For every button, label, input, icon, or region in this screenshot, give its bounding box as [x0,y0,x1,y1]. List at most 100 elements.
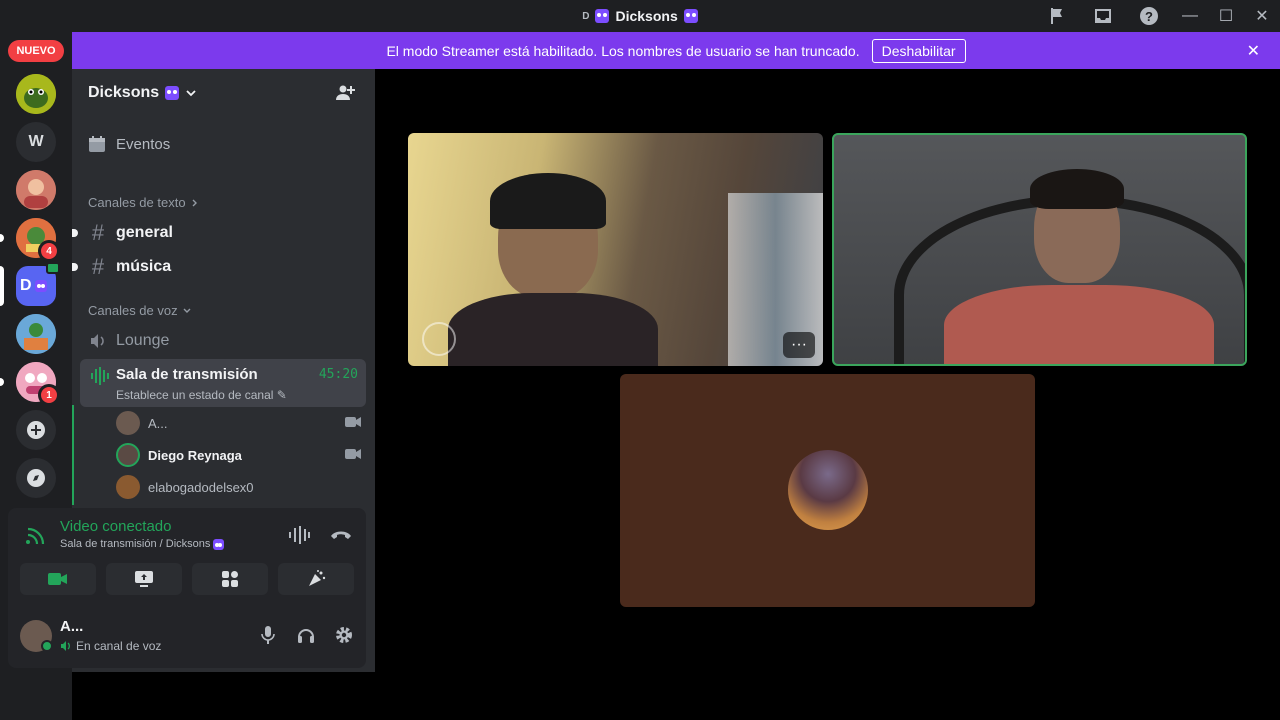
activities-icon [222,571,238,587]
events-label: Eventos [116,135,171,153]
chevron-down-icon [186,90,196,97]
speaker-icon [91,334,104,348]
username[interactable]: A... [60,618,83,635]
avatar [788,450,868,530]
disconnect-icon[interactable] [330,526,352,544]
avatar [422,322,456,356]
channel-general[interactable]: # general [72,217,367,249]
mention-badge: 1 [38,384,60,406]
camera-icon [345,417,361,427]
voice-connected-line [72,405,74,505]
unread-pill [0,378,4,386]
title-text: Dicksons [615,8,678,24]
server-icon[interactable] [16,74,56,114]
camera-icon [345,449,361,459]
avatar [116,443,140,467]
maximize-button[interactable]: ☐ [1208,0,1244,32]
events-item[interactable]: Eventos [88,135,170,153]
new-badge[interactable]: NUEVO [8,40,64,62]
server-icon[interactable]: W [16,122,56,162]
close-window-button[interactable]: ✕ [1244,0,1280,32]
participant-shirt [944,285,1214,364]
flag-icon[interactable] [1034,0,1080,32]
avatar [116,475,140,499]
chevron-down-icon [183,308,191,313]
server-icon[interactable] [16,170,56,210]
title-emoji-icon [683,9,698,23]
call-timer: 45:20 [318,367,358,382]
channel-musica[interactable]: # música [72,251,367,283]
eyes-icon [213,538,225,550]
voice-user[interactable]: elabogadodelsex0 [116,471,361,503]
noise-suppression-icon[interactable] [288,526,310,544]
voice-connection-panel: Video conectado Sala de transmisión / Di… [8,508,366,668]
unread-indicator [72,263,78,271]
soundboard-icon [309,570,326,586]
user-status: En canal de voz [60,639,161,653]
explore-icon[interactable] [16,458,56,498]
settings-gear-icon[interactable] [334,625,354,645]
category-voice-channels[interactable]: Canales de voz [88,303,192,318]
server-icon[interactable] [16,314,56,354]
participant-shirt [448,293,658,366]
server-icon[interactable]: 1 [16,362,60,406]
video-grid: ··· [375,69,1280,720]
voice-indicator-icon [46,262,60,274]
screen-share-icon [135,571,153,587]
server-icon-dicksons[interactable]: D [16,262,60,306]
avatar [116,411,140,435]
svg-text:?: ? [1145,9,1153,24]
unread-indicator [72,229,78,237]
help-icon[interactable]: ? [1126,0,1172,32]
microphone-icon[interactable] [258,625,278,645]
video-tile[interactable]: ··· [408,133,823,366]
title-bar: D Dicksons ? — ☐ ✕ [0,0,1280,32]
more-options-button[interactable]: ··· [783,332,815,358]
activities-button[interactable] [192,563,268,595]
voice-channel-sala-de-transmision[interactable]: Sala de transmisión Establece un estado … [80,359,366,407]
category-text-channels[interactable]: Canales de texto [88,195,200,210]
server-header[interactable]: Dicksons [72,69,375,117]
headphones-shape [490,173,606,229]
title-server-initial: D [582,10,590,22]
banner-close-icon[interactable]: ✕ [1247,41,1260,61]
server-name: Dicksons [88,84,160,101]
speaker-icon [61,641,70,651]
soundboard-button[interactable] [278,563,354,595]
channel-status[interactable]: Establece un estado de canal ✎ [116,388,287,402]
chevron-right-icon [192,199,197,206]
calendar-icon [89,136,105,152]
camera-icon [48,573,67,585]
voice-wave-icon [91,367,109,385]
server-icon[interactable]: 4 [16,218,60,262]
streamer-mode-banner: El modo Streamer está habilitado. Los no… [72,32,1280,69]
signal-icon[interactable] [26,526,46,546]
video-tile-speaking[interactable] [832,133,1247,366]
minimize-button[interactable]: — [1172,0,1208,32]
eyes-icon [34,280,47,292]
voice-user[interactable]: Diego Reynaga [116,439,361,471]
banner-message: El modo Streamer está habilitado. Los no… [386,42,860,59]
user-area: A... En canal de voz [8,608,366,664]
mention-badge: 4 [38,240,60,262]
voice-channel-lounge[interactable]: Lounge [80,325,367,357]
screen-share-button[interactable] [106,563,182,595]
title-emoji-icon [595,9,610,23]
add-server-icon[interactable] [16,410,56,450]
hash-icon: # [91,254,105,279]
camera-button[interactable] [20,563,96,595]
online-status-icon [41,640,53,652]
disable-streamer-button[interactable]: Deshabilitar [871,38,966,63]
unread-pill [0,234,4,242]
channel-name: Sala de transmisión [116,366,258,383]
pencil-icon: ✎ [276,388,287,402]
eyes-icon [165,86,180,100]
headphones-icon[interactable] [296,625,316,645]
video-tile-audio-only[interactable] [620,374,1035,607]
invite-people-icon[interactable] [335,83,355,108]
participant-hair [1030,169,1124,209]
voice-location[interactable]: Sala de transmisión / Dicksons [60,538,225,550]
hash-icon: # [91,220,105,245]
voice-user[interactable]: A... [116,407,361,439]
inbox-icon[interactable] [1080,0,1126,32]
